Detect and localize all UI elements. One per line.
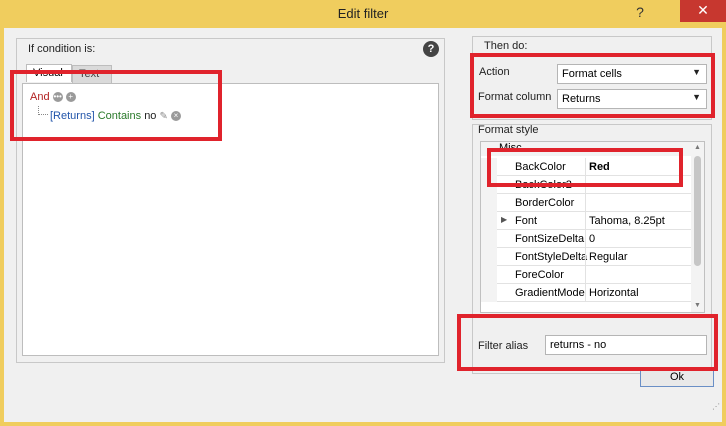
condition-help-icon[interactable]: ?: [423, 41, 439, 57]
property-value[interactable]: 0: [589, 233, 595, 245]
column-divider: [585, 212, 586, 230]
property-row[interactable]: FontStyleDelta Regular: [481, 248, 691, 266]
property-row[interactable]: GradientMode Horizontal: [481, 284, 691, 302]
row-gutter: [481, 212, 497, 230]
property-value[interactable]: Tahoma, 8.25pt: [589, 215, 665, 227]
property-row[interactable]: ▶ Font Tahoma, 8.25pt: [481, 212, 691, 230]
resize-grip-icon[interactable]: ⋰: [712, 402, 722, 412]
condition-group-label: If condition is:: [28, 43, 96, 55]
property-name: FontSizeDelta: [515, 233, 585, 245]
scroll-up-icon[interactable]: ▲: [694, 144, 701, 151]
then-do-label: Then do:: [484, 40, 528, 52]
row-gutter: [481, 284, 497, 302]
column-divider: [585, 248, 586, 266]
property-name: ForeColor: [515, 269, 564, 281]
property-grid-scrollbar[interactable]: ▲ ▼: [691, 142, 704, 312]
scroll-down-icon[interactable]: ▼: [694, 302, 701, 309]
column-divider: [585, 266, 586, 284]
row-gutter: [481, 248, 497, 266]
title-bar: Edit filter ? ✕: [0, 0, 726, 28]
scroll-thumb[interactable]: [694, 156, 701, 266]
format-style-label: Format style: [478, 124, 539, 136]
column-divider: [585, 230, 586, 248]
close-button[interactable]: ✕: [680, 0, 726, 22]
property-name: BorderColor: [515, 197, 575, 209]
highlight-box-condition: [10, 70, 222, 141]
column-divider: [585, 284, 586, 302]
row-gutter: [481, 230, 497, 248]
highlight-box-backcolor: [487, 148, 683, 187]
property-row[interactable]: BorderColor: [481, 194, 691, 212]
column-divider: [585, 194, 586, 212]
property-row[interactable]: FontSizeDelta 0: [481, 230, 691, 248]
highlight-box-filter-alias: [457, 314, 718, 371]
window-title: Edit filter: [337, 6, 389, 21]
highlight-box-then-do: [470, 53, 715, 118]
help-button[interactable]: ?: [630, 4, 650, 22]
property-name: FontStyleDelta: [515, 251, 588, 263]
row-gutter: [481, 194, 497, 212]
property-name: GradientMode: [515, 287, 585, 299]
property-row[interactable]: ForeColor: [481, 266, 691, 284]
row-gutter: [481, 266, 497, 284]
property-value[interactable]: Horizontal: [589, 287, 639, 299]
property-value[interactable]: Regular: [589, 251, 628, 263]
expand-arrow-icon[interactable]: ▶: [501, 215, 507, 224]
property-name: Font: [515, 215, 538, 227]
